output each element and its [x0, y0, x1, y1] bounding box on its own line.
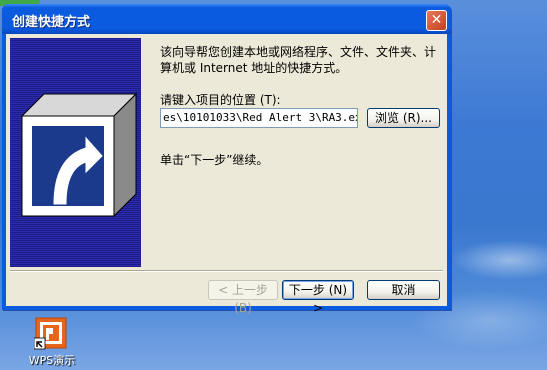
dialog-client-area: 该向导帮您创建本地或网络程序、文件、文件夹、计算机或 Internet 地址的快…: [6, 34, 447, 315]
next-button[interactable]: 下一步 (N) >: [282, 280, 354, 315]
create-shortcut-dialog: 创建快捷方式 ✕ 该向导帮您创建本地或网络程序、文件、文件夹、计算机或 Inte…: [2, 4, 451, 315]
desktop-icon-label: WPS演示: [28, 354, 76, 367]
location-label: 请键入项目的位置 (T):: [160, 93, 281, 107]
button-divider: [10, 270, 443, 272]
wizard-intro-text: 该向导帮您创建本地或网络程序、文件、文件夹、计算机或 Internet 地址的快…: [160, 45, 437, 75]
close-button[interactable]: ✕: [426, 10, 447, 31]
continue-hint: 单击“下一步”继续。: [160, 153, 269, 167]
location-input[interactable]: es\10101033\Red Alert 3\RA3.exe": [160, 108, 358, 128]
wps-presentation-icon: [33, 317, 67, 350]
desktop-wallpaper-cloud: [450, 240, 547, 280]
title-bar[interactable]: 创建快捷方式 ✕: [2, 4, 451, 34]
cancel-button[interactable]: 取消: [367, 280, 440, 300]
wps-presentation-desktop-icon[interactable]: [33, 316, 68, 350]
shortcut-arrow-icon: [20, 92, 138, 218]
browse-button[interactable]: 浏览 (R)...: [367, 108, 440, 128]
back-button[interactable]: < 上一步 (B): [208, 280, 278, 315]
close-icon: ✕: [430, 12, 443, 28]
window-title: 创建快捷方式: [12, 15, 91, 30]
wizard-sidebar: [10, 38, 141, 267]
